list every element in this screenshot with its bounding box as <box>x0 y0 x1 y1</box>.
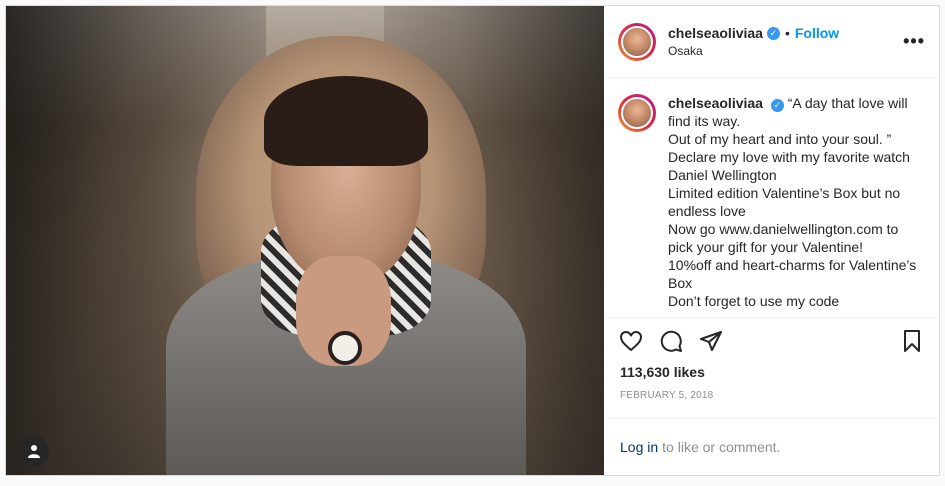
post-header: chelseaoliviaa ✓ • Follow Osaka ••• <box>604 6 939 78</box>
user-tag-icon[interactable] <box>19 436 49 466</box>
caption-line: Limited edition Valentine’s Box but no e… <box>668 185 905 219</box>
caption-username-link[interactable]: chelseaoliviaa <box>668 95 763 111</box>
caption-line: Out of my heart and into your soul. ” <box>668 131 892 147</box>
photo-watch <box>328 331 362 365</box>
follow-button[interactable]: Follow <box>795 25 839 41</box>
bookmark-icon[interactable] <box>899 328 925 354</box>
post-card: chelseaoliviaa ✓ • Follow Osaka ••• chel… <box>5 5 940 476</box>
login-prompt: Log in to like or comment. <box>604 418 939 475</box>
more-options-icon[interactable]: ••• <box>903 31 925 52</box>
avatar[interactable] <box>618 22 656 61</box>
separator-dot: • <box>784 25 790 41</box>
caption-line: Don’t forget to use my code <box>668 293 840 309</box>
action-bar <box>604 318 939 364</box>
verified-badge-icon: ✓ <box>770 99 784 112</box>
share-icon[interactable] <box>698 328 724 354</box>
username-link[interactable]: chelseaoliviaa <box>668 25 763 41</box>
post-header-info: chelseaoliviaa ✓ • Follow Osaka <box>668 25 897 58</box>
caption-line: Now go www.danielwellington.com to pick … <box>668 221 903 255</box>
caption-section: chelseaoliviaa ✓ “A day that love will f… <box>604 78 939 318</box>
post-date[interactable]: FEBRUARY 5, 2018 <box>604 386 939 418</box>
login-prompt-text: to like or comment. <box>662 439 781 455</box>
post-sidebar: chelseaoliviaa ✓ • Follow Osaka ••• chel… <box>604 6 939 475</box>
heart-icon[interactable] <box>618 328 644 354</box>
caption-line: 10%off and heart-charms for Valentine’s … <box>668 257 921 291</box>
post-photo[interactable] <box>6 6 604 475</box>
comment-icon[interactable] <box>658 328 684 354</box>
login-link[interactable]: Log in <box>620 439 658 455</box>
caption-line: Declare my love with my favorite watch D… <box>668 149 914 183</box>
likes-count[interactable]: 113,630 likes <box>604 364 939 386</box>
avatar[interactable] <box>618 94 656 132</box>
photo-hair <box>264 76 428 166</box>
caption-text: chelseaoliviaa ✓ “A day that love will f… <box>668 94 925 317</box>
verified-badge-icon: ✓ <box>766 26 780 40</box>
location-link[interactable]: Osaka <box>668 44 897 58</box>
